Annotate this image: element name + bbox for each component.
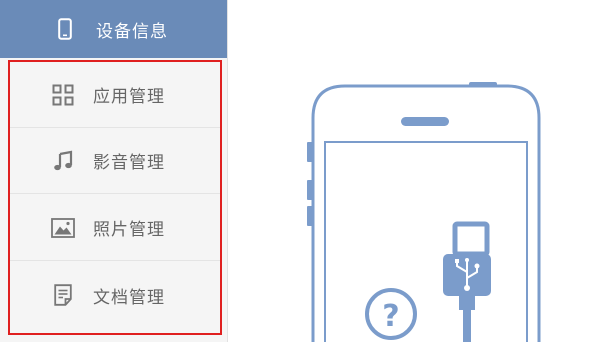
photo-icon	[51, 216, 75, 240]
sidebar-item-device-info[interactable]: 设备信息	[0, 0, 227, 58]
apps-grid-icon	[51, 83, 75, 107]
phone-usb-illustration: ?	[307, 82, 541, 342]
sidebar-item-label: 应用管理	[93, 87, 165, 107]
sidebar-item-app-management[interactable]: 应用管理	[10, 62, 220, 128]
main-content: ?	[229, 0, 600, 342]
document-icon	[51, 283, 75, 307]
usb-icon	[443, 221, 491, 342]
help-symbol: ?	[382, 299, 399, 334]
sidebar-item-label: 文档管理	[93, 287, 165, 308]
phone-icon	[53, 17, 77, 41]
sidebar-item-label: 设备信息	[96, 21, 168, 42]
sidebar-menu-highlight: 应用管理 影音管理 照片管理 文档管理	[8, 60, 222, 335]
sidebar-item-label: 影音管理	[93, 153, 165, 173]
sidebar-item-media-management[interactable]: 影音管理	[10, 128, 220, 194]
sidebar: 设备信息 应用管理 影音管理 照片管理 文档管理	[0, 0, 228, 342]
sidebar-item-photo-management[interactable]: 照片管理	[10, 195, 220, 261]
help-icon: ?	[365, 288, 417, 340]
music-note-icon	[51, 149, 75, 173]
sidebar-item-label: 照片管理	[93, 220, 165, 240]
sidebar-item-document-management[interactable]: 文档管理	[10, 262, 220, 328]
